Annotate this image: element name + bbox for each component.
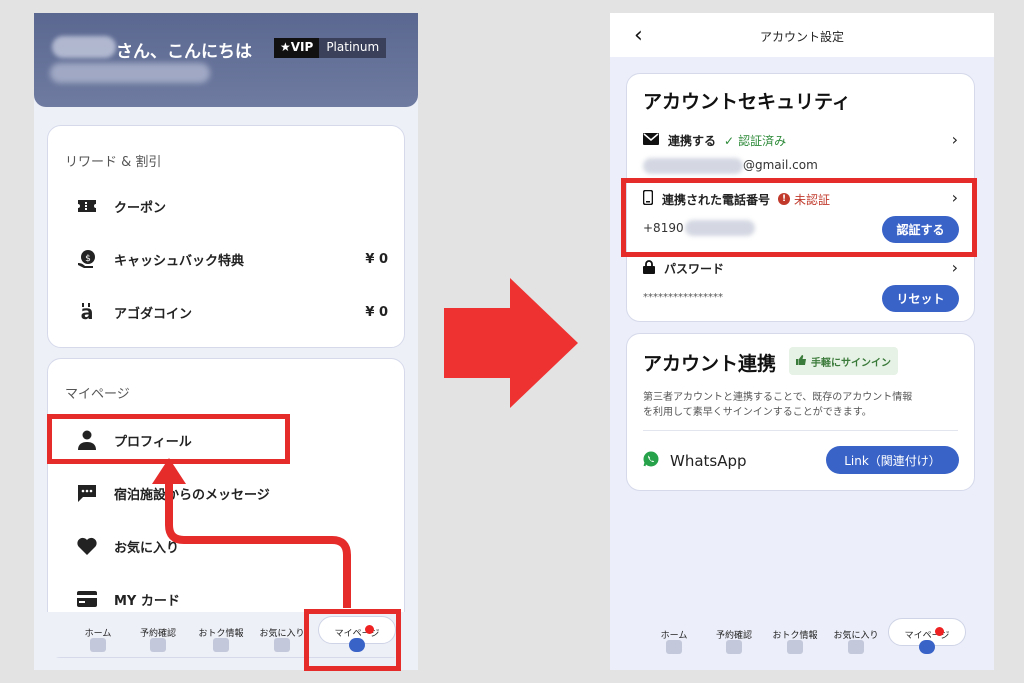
divider xyxy=(643,430,958,431)
home-icon xyxy=(666,640,682,654)
phone-number-highlight-box xyxy=(621,178,977,257)
email-status: 認証済み xyxy=(738,134,787,148)
email-value: @gmail.com xyxy=(743,158,818,172)
linking-description-line-1: 第三者アカウントと連携することで、既存のアカウント情報 xyxy=(643,392,913,403)
security-title: アカウントセキュリティ xyxy=(643,91,851,113)
linking-title: アカウント連携 xyxy=(643,353,777,375)
favorites-nav-icon xyxy=(848,640,864,654)
mail-icon xyxy=(643,133,659,148)
right-phone-screen: ‹ アカウント設定 アカウントセキュリティ 連携する ✓ 認証済み › @gma… xyxy=(610,13,994,670)
mypage-nav-icon xyxy=(919,640,935,654)
email-link-label: 連携する xyxy=(668,134,717,148)
linking-description: 第三者アカウントと連携することで、既存のアカウント情報 を利用して素早くサインイ… xyxy=(643,390,912,420)
deals-icon xyxy=(787,640,803,654)
check-icon: ✓ xyxy=(724,133,735,148)
whatsapp-row: WhatsApp xyxy=(643,451,747,471)
badge-label: 手軽にサインイン xyxy=(811,357,891,369)
email-chevron-icon[interactable]: › xyxy=(952,130,958,149)
top-bar: ‹ アカウント設定 xyxy=(610,13,994,57)
page-title: アカウント設定 xyxy=(759,30,844,44)
thumbs-up-icon xyxy=(796,354,807,368)
reset-password-button[interactable]: リセット xyxy=(882,285,959,312)
whatsapp-label: WhatsApp xyxy=(670,452,747,470)
bottom-navigation: ホーム 予約確認 おトク情報 お気に入り マイページ xyxy=(610,614,994,659)
lock-icon xyxy=(643,260,655,277)
easy-signin-badge: 手軽にサインイン xyxy=(789,347,898,375)
whatsapp-link-button[interactable]: Link（関連付け） xyxy=(826,446,959,474)
password-label: パスワード xyxy=(664,262,725,276)
notification-dot xyxy=(935,627,944,636)
password-value: **************** xyxy=(643,292,723,303)
email-row[interactable]: 連携する ✓ 認証済み xyxy=(643,132,786,149)
account-linking-card: アカウント連携 手軽にサインイン 第三者アカウントと連携することで、既存のアカウ… xyxy=(626,333,975,491)
right-arrow-icon xyxy=(444,278,578,408)
password-row[interactable]: パスワード xyxy=(643,260,724,277)
linking-description-line-2: を利用して素早くサインインすることができます。 xyxy=(643,407,872,418)
password-chevron-icon[interactable]: › xyxy=(952,258,958,277)
bookings-icon xyxy=(726,640,742,654)
blurred-email xyxy=(643,158,743,174)
whatsapp-icon xyxy=(643,451,659,471)
